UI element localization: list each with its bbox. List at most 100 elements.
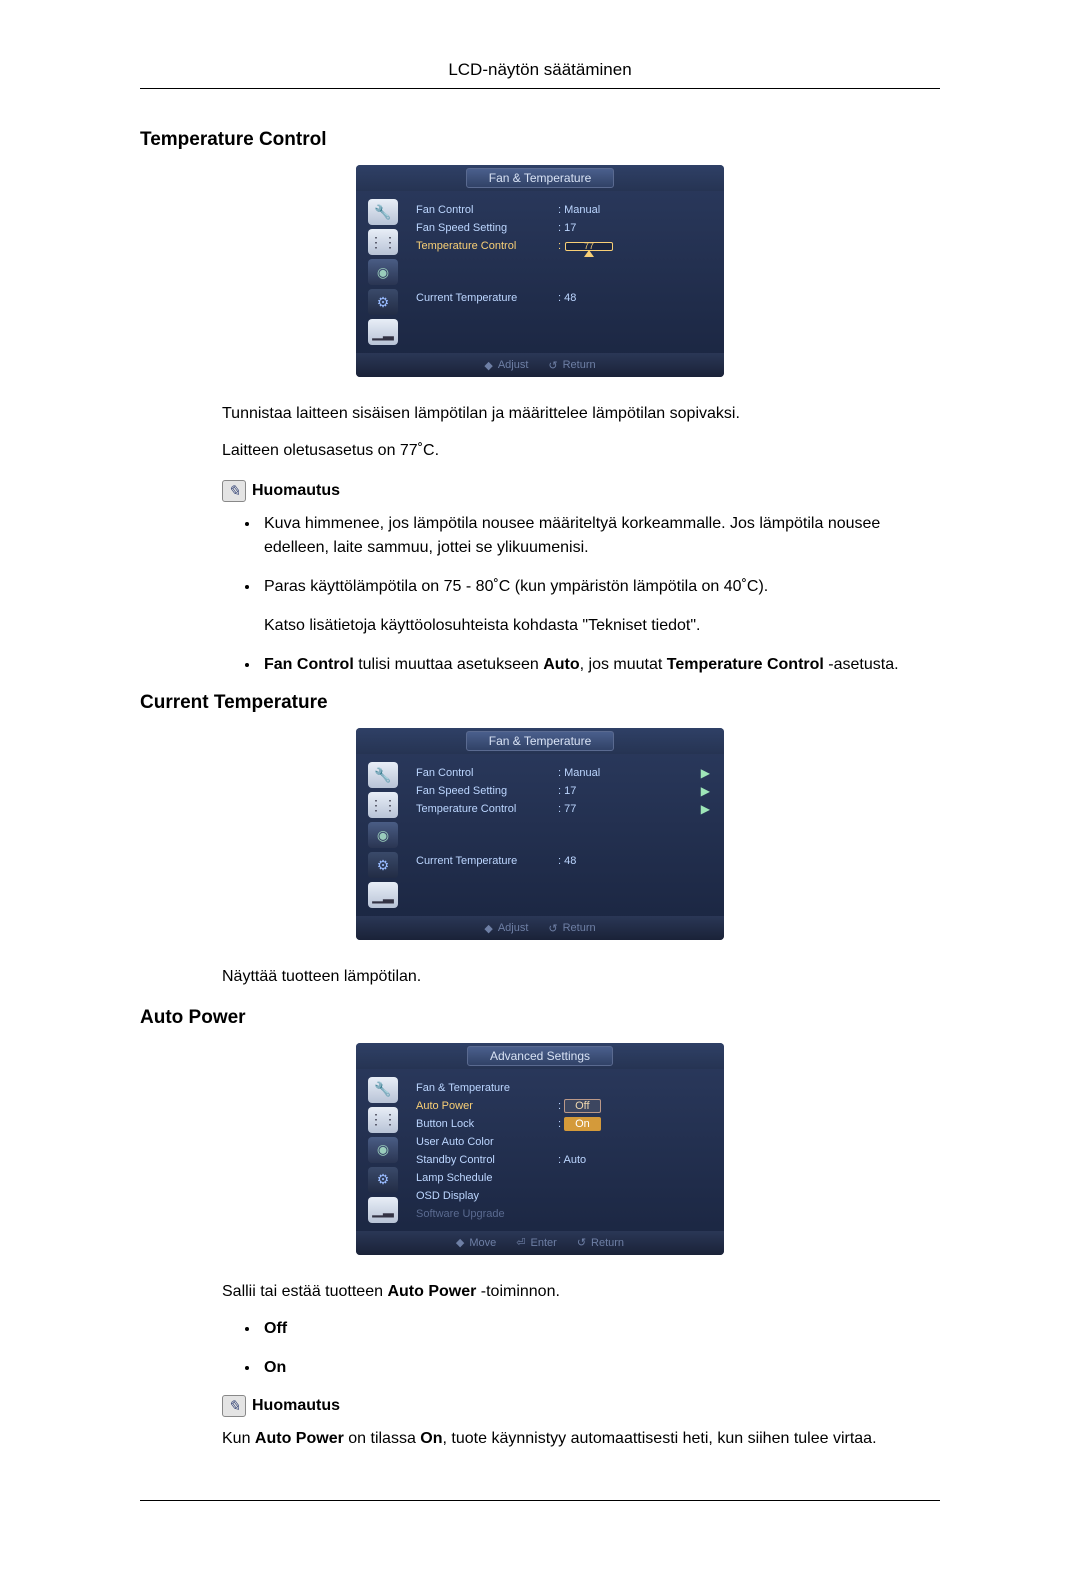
osd-label-temp-control: Temperature Control bbox=[416, 240, 558, 252]
sliders-icon: ⋮⋮ bbox=[368, 792, 398, 818]
footer-adjust: Adjust bbox=[498, 359, 529, 371]
footer-return: Return bbox=[563, 922, 596, 934]
osd-temperature-control: Fan & Temperature 🔧 ⋮⋮ ◉ ⚙ ▁▂ Fan Contro… bbox=[140, 165, 940, 377]
osd-value-current-temp: : 48 bbox=[558, 292, 710, 304]
osd-value-button-lock: : On bbox=[558, 1117, 710, 1131]
osd-footer: ◆ Adjust ↺ Return bbox=[356, 916, 724, 940]
section-heading-current-temp: Current Temperature bbox=[140, 692, 940, 714]
return-glyph-icon: ↺ bbox=[577, 1236, 586, 1249]
slider-thumb-icon bbox=[584, 250, 594, 257]
move-glyph-icon: ◆ bbox=[456, 1236, 464, 1249]
circle-icon: ◉ bbox=[368, 1137, 398, 1163]
sliders-icon: ⋮⋮ bbox=[368, 229, 398, 255]
osd-value-auto-power: : Off bbox=[558, 1099, 710, 1113]
tools-icon: 🔧 bbox=[368, 199, 398, 225]
osd-title: Advanced Settings bbox=[467, 1046, 613, 1066]
enter-glyph-icon: ⏎ bbox=[516, 1236, 525, 1249]
chart-icon: ▁▂ bbox=[368, 882, 398, 908]
osd-label-standby: Standby Control bbox=[416, 1154, 558, 1166]
header-rule bbox=[140, 88, 940, 89]
auto-power-options: Off On bbox=[260, 1317, 940, 1379]
osd-label-lamp-schedule: Lamp Schedule bbox=[416, 1172, 558, 1184]
osd-label-fan-control: Fan Control bbox=[416, 767, 558, 779]
footer-move: Move bbox=[469, 1237, 496, 1249]
temp-control-para1: Tunnistaa laitteen sisäisen lämpötilan j… bbox=[222, 402, 940, 425]
osd-side-icons: 🔧 ⋮⋮ ◉ ⚙ ▁▂ bbox=[356, 1069, 410, 1231]
note-icon: ✎ bbox=[222, 1395, 246, 1417]
osd-label-button-lock: Button Lock bbox=[416, 1118, 558, 1130]
osd-label-osd-display: OSD Display bbox=[416, 1190, 558, 1202]
sliders-icon: ⋮⋮ bbox=[368, 1107, 398, 1133]
osd-label-current-temp: Current Temperature bbox=[416, 855, 558, 867]
bullet-item: On bbox=[260, 1356, 940, 1379]
note-row: ✎ Huomautus bbox=[222, 1395, 940, 1417]
footer-enter: Enter bbox=[531, 1237, 557, 1249]
osd-current-temperature: Fan & Temperature 🔧 ⋮⋮ ◉ ⚙ ▁▂ Fan Contro… bbox=[140, 728, 940, 940]
tools-icon: 🔧 bbox=[368, 1077, 398, 1103]
arrow-right-icon[interactable]: ▶ bbox=[694, 784, 710, 798]
note-label: Huomautus bbox=[252, 482, 340, 500]
footer-rule bbox=[140, 1500, 940, 1501]
circle-icon: ◉ bbox=[368, 822, 398, 848]
footer-return: Return bbox=[563, 359, 596, 371]
temp-control-para2: Laitteen oletusasetus on 77˚C. bbox=[222, 439, 940, 462]
section-heading-auto-power: Auto Power bbox=[140, 1007, 940, 1029]
auto-power-final-para: Kun Auto Power on tilassa On, tuote käyn… bbox=[222, 1427, 940, 1450]
osd-title: Fan & Temperature bbox=[466, 168, 615, 188]
tools-icon: 🔧 bbox=[368, 762, 398, 788]
adjust-glyph-icon: ◆ bbox=[484, 922, 492, 935]
osd-value-fan-speed: : 17 bbox=[558, 222, 710, 234]
chart-icon: ▁▂ bbox=[368, 319, 398, 345]
osd-value-temp-control: : 77 bbox=[558, 803, 694, 815]
osd-label-auto-power: Auto Power bbox=[416, 1100, 558, 1112]
osd-value-standby: : Auto bbox=[558, 1154, 710, 1166]
osd-footer: ◆ Adjust ↺ Return bbox=[356, 353, 724, 377]
bullet-item: Kuva himmenee, jos lämpötila nousee määr… bbox=[260, 512, 940, 558]
osd-footer: ◆ Move ⏎ Enter ↺ Return bbox=[356, 1231, 724, 1255]
note-row: ✎ Huomautus bbox=[222, 480, 940, 502]
osd-label-software-upgrade: Software Upgrade bbox=[416, 1208, 558, 1220]
page-header: LCD-näytön säätäminen bbox=[140, 60, 940, 80]
note-icon: ✎ bbox=[222, 480, 246, 502]
osd-label-fan-speed: Fan Speed Setting bbox=[416, 785, 558, 797]
osd-value-fan-speed: : 17 bbox=[558, 785, 694, 797]
bullet-item: Off bbox=[260, 1317, 940, 1340]
arrow-right-icon[interactable]: ▶ bbox=[694, 802, 710, 816]
osd-label-fan-control: Fan Control bbox=[416, 204, 558, 216]
osd-value-temp-control: : 77 bbox=[558, 240, 710, 252]
arrow-right-icon[interactable]: ▶ bbox=[694, 766, 710, 780]
osd-label-user-auto-color: User Auto Color bbox=[416, 1136, 558, 1148]
osd-value-fan-control: : Manual bbox=[558, 767, 694, 779]
bullet-item: Paras käyttölämpötila on 75 - 80˚C (kun … bbox=[260, 575, 940, 637]
gear-icon: ⚙ bbox=[368, 289, 398, 315]
temp-control-bullets: Kuva himmenee, jos lämpötila nousee määr… bbox=[260, 512, 940, 676]
note-label: Huomautus bbox=[252, 1397, 340, 1415]
document-page: LCD-näytön säätäminen Temperature Contro… bbox=[0, 0, 1080, 1581]
temperature-slider[interactable]: 77 bbox=[565, 242, 613, 251]
gear-icon: ⚙ bbox=[368, 852, 398, 878]
chart-icon: ▁▂ bbox=[368, 1197, 398, 1223]
osd-label-temp-control: Temperature Control bbox=[416, 803, 558, 815]
current-temp-para: Näyttää tuotteen lämpötilan. bbox=[222, 965, 940, 988]
bullet-item: Fan Control tulisi muuttaa asetukseen Au… bbox=[260, 653, 940, 676]
osd-title: Fan & Temperature bbox=[466, 731, 615, 751]
option-on[interactable]: On bbox=[564, 1117, 601, 1131]
footer-return: Return bbox=[591, 1237, 624, 1249]
osd-value-fan-control: : Manual bbox=[558, 204, 710, 216]
osd-side-icons: 🔧 ⋮⋮ ◉ ⚙ ▁▂ bbox=[356, 754, 410, 916]
osd-side-icons: 🔧 ⋮⋮ ◉ ⚙ ▁▂ bbox=[356, 191, 410, 353]
section-heading-temp-control: Temperature Control bbox=[140, 129, 940, 151]
return-glyph-icon: ↺ bbox=[548, 359, 557, 372]
osd-auto-power: Advanced Settings 🔧 ⋮⋮ ◉ ⚙ ▁▂ Fan & Temp… bbox=[140, 1043, 940, 1255]
auto-power-para: Sallii tai estää tuotteen Auto Power -to… bbox=[222, 1280, 940, 1303]
return-glyph-icon: ↺ bbox=[548, 922, 557, 935]
footer-adjust: Adjust bbox=[498, 922, 529, 934]
osd-label-fan-temp: Fan & Temperature bbox=[416, 1082, 558, 1094]
option-off[interactable]: Off bbox=[564, 1099, 600, 1113]
osd-label-fan-speed: Fan Speed Setting bbox=[416, 222, 558, 234]
adjust-glyph-icon: ◆ bbox=[484, 359, 492, 372]
osd-value-current-temp: : 48 bbox=[558, 855, 710, 867]
gear-icon: ⚙ bbox=[368, 1167, 398, 1193]
osd-label-current-temp: Current Temperature bbox=[416, 292, 558, 304]
circle-icon: ◉ bbox=[368, 259, 398, 285]
